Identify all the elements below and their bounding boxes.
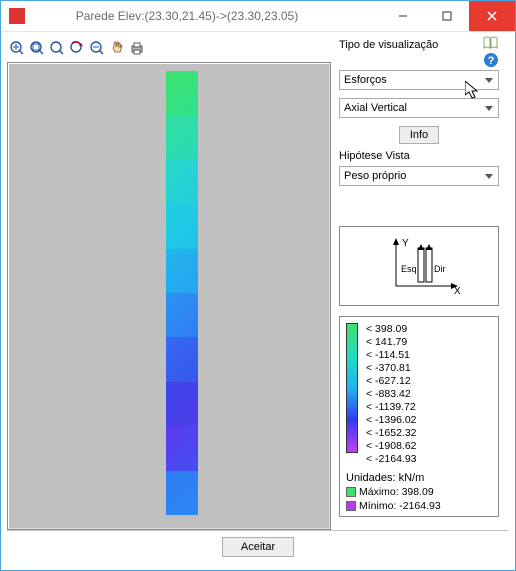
axis-reference-box: Y X Esq Dir <box>339 226 499 306</box>
legend-value: < -627.12 <box>366 375 417 388</box>
legend-value: < -1908.62 <box>366 440 417 453</box>
zoom-out-icon[interactable] <box>89 40 105 56</box>
help-icons: ? <box>483 36 499 68</box>
zoom-previous-icon[interactable] <box>69 40 85 56</box>
viz-subtype-value: Axial Vertical <box>344 102 407 114</box>
info-row: Info <box>339 126 499 144</box>
left-column <box>7 36 331 530</box>
legend-min-text: Mínimo: -2164.93 <box>359 500 441 512</box>
axis-esq-label: Esq <box>401 264 417 274</box>
svg-text:?: ? <box>488 55 495 67</box>
accept-button[interactable]: Aceitar <box>222 537 294 557</box>
max-swatch <box>346 487 356 497</box>
zoom-window-icon[interactable] <box>29 40 45 56</box>
toolbar <box>7 36 331 60</box>
legend-values: < 398.09 < 141.79 < -114.51 < -370.81 < … <box>366 323 417 466</box>
legend-main: < 398.09 < 141.79 < -114.51 < -370.81 < … <box>346 323 492 466</box>
viewport[interactable] <box>7 62 331 530</box>
window-title: Parede Elev:(23.30,21.45)->(23.30,23.05) <box>33 9 381 23</box>
wall-segment <box>166 115 198 159</box>
axis-y-label: Y <box>402 238 409 249</box>
pan-icon[interactable] <box>109 40 125 56</box>
legend-min: Mínimo: -2164.93 <box>346 500 492 512</box>
wall-segment <box>166 293 198 337</box>
hypothesis-select[interactable]: Peso próprio <box>339 166 499 186</box>
client-area: Tipo de visualização ? Esforços Axial Ve… <box>1 32 515 570</box>
zoom-in-icon[interactable] <box>49 40 65 56</box>
side-panel: Tipo de visualização ? Esforços Axial Ve… <box>339 36 499 517</box>
wall-segment <box>166 426 198 470</box>
legend-value: < 398.09 <box>366 323 417 336</box>
legend-max-text: Máximo: 398.09 <box>359 486 434 498</box>
wall-segment <box>166 382 198 426</box>
wall-visualization <box>166 71 198 515</box>
viz-subtype-select[interactable]: Axial Vertical <box>339 98 499 118</box>
legend-value: < -1396.02 <box>366 414 417 427</box>
help-icon[interactable]: ? <box>483 52 499 68</box>
app-icon <box>9 8 25 24</box>
viz-type-value: Esforços <box>344 74 387 86</box>
minimize-button[interactable] <box>381 1 425 31</box>
legend-value: < -1139.72 <box>366 401 417 414</box>
wall-segment <box>166 71 198 115</box>
legend-value: < -2164.93 <box>366 453 417 466</box>
legend-box: < 398.09 < 141.79 < -114.51 < -370.81 < … <box>339 316 499 517</box>
legend-value: < -114.51 <box>366 349 417 362</box>
manual-icon[interactable] <box>483 36 499 50</box>
print-icon[interactable] <box>129 40 145 56</box>
axis-x-label: X <box>454 286 461 296</box>
legend-colorbar <box>346 323 358 453</box>
axis-diagram: Y X Esq Dir <box>374 236 464 296</box>
wall-segment <box>166 471 198 515</box>
app-window: Parede Elev:(23.30,21.45)->(23.30,23.05) <box>0 0 516 571</box>
hypothesis-value: Peso próprio <box>344 170 406 182</box>
min-swatch <box>346 501 356 511</box>
legend-max: Máximo: 398.09 <box>346 486 492 498</box>
legend-value: < -370.81 <box>366 362 417 375</box>
info-button[interactable]: Info <box>399 126 439 144</box>
viz-type-select[interactable]: Esforços <box>339 70 499 90</box>
legend-value: < 141.79 <box>366 336 417 349</box>
side-panel-header: Tipo de visualização ? <box>339 36 499 68</box>
wall-segment <box>166 249 198 293</box>
legend-value: < -1652.32 <box>366 427 417 440</box>
axis-dir-label: Dir <box>434 264 446 274</box>
top-row: Tipo de visualização ? Esforços Axial Ve… <box>7 36 509 530</box>
wall-segment <box>166 337 198 381</box>
maximize-button[interactable] <box>425 1 469 31</box>
bottom-bar: Aceitar <box>7 530 509 557</box>
legend-units: Unidades: kN/m <box>346 472 492 484</box>
hypothesis-label: Hipótese Vista <box>339 150 499 162</box>
wall-segment <box>166 160 198 204</box>
titlebar: Parede Elev:(23.30,21.45)->(23.30,23.05) <box>1 1 515 32</box>
close-button[interactable] <box>469 1 515 31</box>
wall-segment <box>166 204 198 248</box>
zoom-extents-icon[interactable] <box>9 40 25 56</box>
window-buttons <box>381 1 515 31</box>
viz-type-label: Tipo de visualização <box>339 36 483 51</box>
legend-value: < -883.42 <box>366 388 417 401</box>
